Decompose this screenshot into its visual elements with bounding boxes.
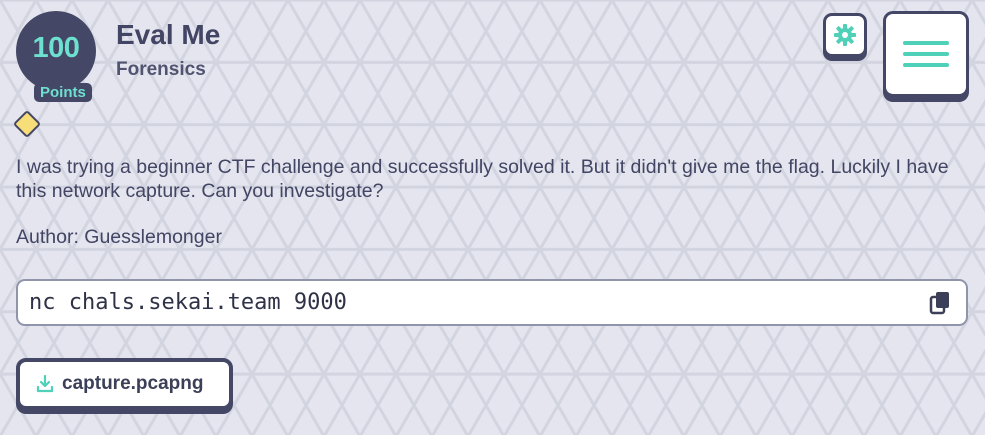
points-value: 100 <box>32 32 80 64</box>
challenge-category: Forensics <box>116 59 206 80</box>
gear-icon <box>834 24 856 46</box>
connection-command-box: nc chals.sekai.team 9000 <box>16 279 968 326</box>
challenge-title: Eval Me <box>116 19 221 50</box>
copy-icon[interactable] <box>928 291 952 315</box>
points-badge: 100 Points <box>16 11 96 102</box>
file-name: capture.pcapng <box>62 373 204 394</box>
hamburger-menu-icon <box>903 34 949 74</box>
challenge-description: I was trying a beginner CTF challenge an… <box>16 156 949 202</box>
menu-button[interactable] <box>883 11 969 97</box>
connection-command: nc chals.sekai.team 9000 <box>29 290 347 315</box>
diamond-icon <box>12 109 42 139</box>
download-file-button[interactable]: capture.pcapng <box>16 358 233 410</box>
challenge-author: Author: Guesslemonger <box>16 226 222 248</box>
points-label: Points <box>34 83 92 102</box>
download-icon <box>36 375 54 393</box>
challenge-modal: 100 Points Eval Me Forensics I was tryin… <box>0 0 985 435</box>
settings-button[interactable] <box>823 13 867 57</box>
